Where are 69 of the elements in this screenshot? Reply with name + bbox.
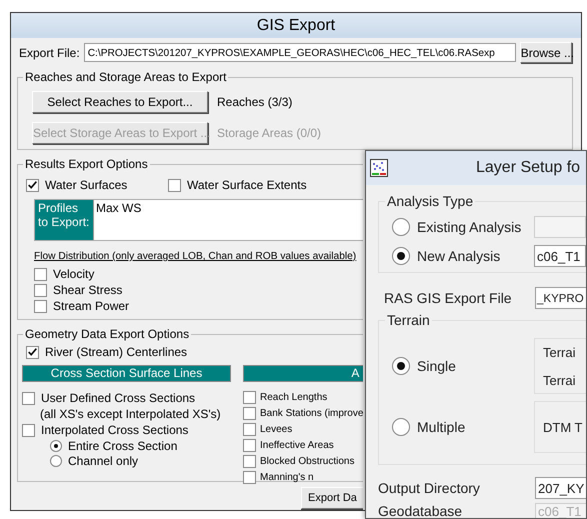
checkbox-label: Water Surface Extents bbox=[187, 178, 307, 192]
select-button[interactable]: Select Reaches to Export... bbox=[32, 91, 208, 113]
status-text: Reaches (3/3) bbox=[217, 95, 292, 109]
radio-label: Single bbox=[417, 358, 456, 374]
field-label: Geodatabase bbox=[378, 503, 464, 518]
radio-label: Entire Cross Section bbox=[68, 438, 178, 452]
export-button[interactable]: Export Da bbox=[301, 487, 363, 509]
checkbox[interactable] bbox=[243, 470, 256, 484]
radio-button[interactable] bbox=[392, 246, 410, 264]
checkbox[interactable] bbox=[26, 346, 39, 358]
checkbox[interactable] bbox=[26, 178, 39, 192]
checkbox-label: Velocity bbox=[53, 267, 94, 281]
checkbox[interactable] bbox=[168, 178, 181, 192]
checkbox-label: Blocked Obstructions bbox=[260, 456, 354, 466]
checkbox[interactable] bbox=[22, 424, 35, 436]
radio-label: Existing Analysis bbox=[417, 218, 522, 234]
input-field[interactable]: _KYPRO bbox=[535, 286, 586, 308]
radio-button[interactable] bbox=[50, 454, 62, 466]
column-header: A bbox=[243, 365, 364, 382]
checkbox-label: Bank Stations (improve bbox=[260, 408, 364, 418]
window-title: Layer Setup fo bbox=[476, 159, 580, 177]
group-title: Results Export Options bbox=[23, 157, 150, 172]
field-label: Export File: bbox=[19, 46, 80, 60]
checkbox[interactable] bbox=[22, 392, 35, 404]
checkbox[interactable] bbox=[34, 268, 47, 280]
checkbox-label: Reach Lengths bbox=[260, 392, 328, 402]
checkbox-label: Shear Stress bbox=[53, 283, 122, 297]
field-label: RAS GIS Export File bbox=[383, 290, 513, 306]
radio-label: New Analysis bbox=[417, 248, 500, 264]
field-label: Terrai bbox=[543, 344, 577, 360]
field-label: Terrai bbox=[543, 372, 577, 388]
radio-button[interactable] bbox=[392, 418, 410, 436]
radio-button[interactable] bbox=[50, 440, 62, 452]
radio-button[interactable] bbox=[392, 357, 410, 375]
input-field[interactable]: 207_KY bbox=[535, 476, 586, 498]
checkbox[interactable] bbox=[243, 406, 256, 420]
window-title: GIS Export bbox=[11, 13, 581, 38]
checkbox[interactable] bbox=[243, 390, 256, 404]
section-heading: Flow Distribution (only averaged LOB, Chan and ROB values available) bbox=[34, 251, 358, 262]
app-icon bbox=[370, 159, 388, 177]
input-field[interactable]: C:\PROJECTS\201207_KYPROS\EXAMPLE_GEORAS\HEC\c06_HEC_TEL\c06.RASexp bbox=[84, 43, 516, 62]
checkbox-label: Ineffective Areas bbox=[260, 440, 334, 450]
radio-label: Multiple bbox=[417, 419, 466, 435]
radio-label: Channel only bbox=[68, 454, 138, 468]
checkbox[interactable] bbox=[34, 284, 47, 296]
checkbox[interactable] bbox=[243, 438, 256, 452]
group-title: Geometry Data Export Options bbox=[23, 327, 192, 342]
checkbox-label: Stream Power bbox=[53, 299, 130, 313]
field-label: DTM T bbox=[543, 420, 584, 434]
checkbox-label: Levees bbox=[260, 424, 292, 434]
checkbox-label: Interpolated Cross Sections bbox=[41, 423, 188, 437]
checkbox[interactable] bbox=[243, 422, 256, 436]
list-item[interactable]: Max WS bbox=[96, 201, 142, 215]
input-field[interactable]: c06_T1 bbox=[534, 244, 586, 266]
note-text: (all XS's except Interpolated XS's) bbox=[39, 406, 222, 422]
group-title: Reaches and Storage Areas to Export bbox=[23, 70, 228, 85]
status-text: Storage Areas (0/0) bbox=[217, 126, 322, 140]
column-header: Cross Section Surface Lines bbox=[22, 365, 231, 382]
profiles-label: Profiles to Export: bbox=[35, 200, 94, 240]
browse-button[interactable]: Browse ... bbox=[520, 42, 572, 63]
input-field[interactable] bbox=[534, 216, 586, 238]
field-label: Output Directory bbox=[378, 480, 481, 496]
radio-button[interactable] bbox=[392, 218, 410, 236]
checkbox-label: River (Stream) Centerlines bbox=[45, 345, 188, 359]
checkbox[interactable] bbox=[34, 300, 47, 312]
checkbox-label: User Defined Cross Sections bbox=[41, 391, 196, 405]
checkbox[interactable] bbox=[243, 454, 256, 468]
checkbox-label: Water Surfaces bbox=[45, 178, 128, 192]
checkbox-label: Manning's n bbox=[260, 472, 314, 482]
